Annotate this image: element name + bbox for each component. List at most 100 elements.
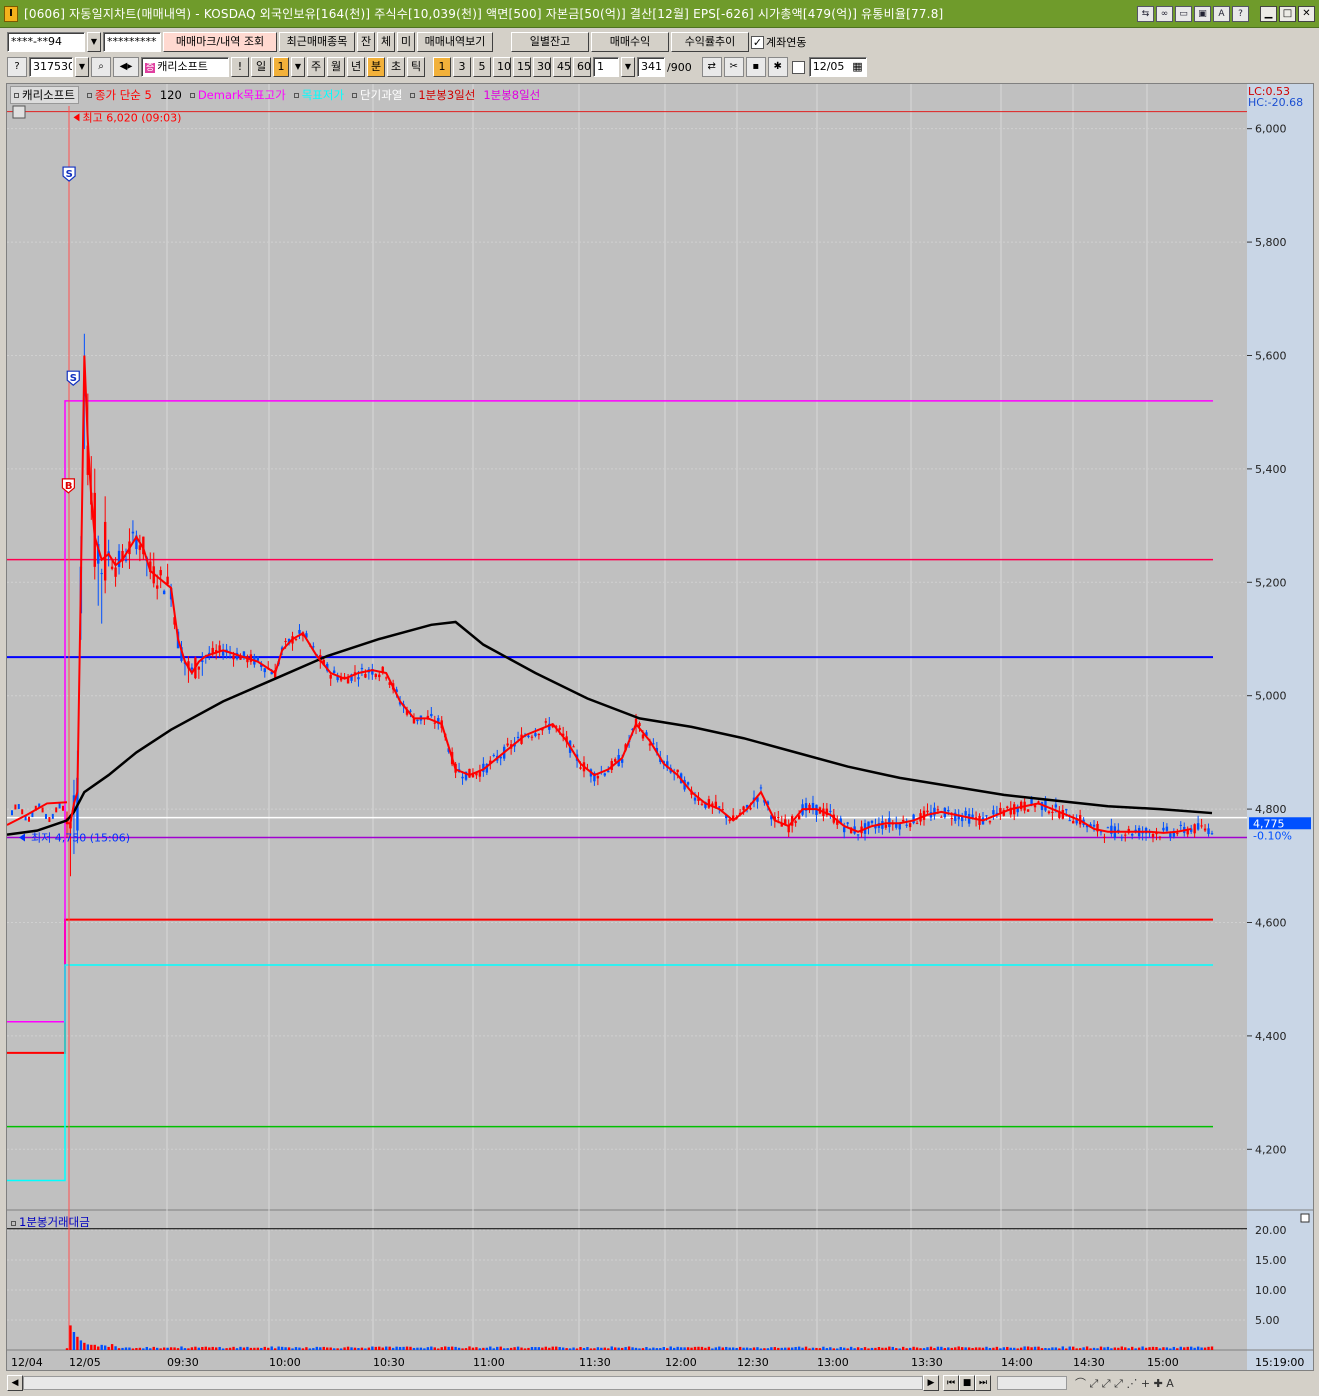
volume-bar <box>1075 1348 1078 1350</box>
account-link-toggle[interactable]: ✓ 계좌연동 <box>751 34 806 50</box>
period-tick-button[interactable]: 틱 <box>407 57 425 77</box>
minimize-icon[interactable]: ▁ <box>1260 6 1277 22</box>
link-icon[interactable]: ⇆ <box>1137 6 1154 22</box>
trade-profit-button[interactable]: 매매수익 <box>591 32 669 52</box>
candle-body <box>607 770 610 773</box>
marks-query-button[interactable]: 매매마크/내역 조회 <box>163 32 277 52</box>
volume-bar <box>808 1348 811 1350</box>
volume-bar <box>513 1347 516 1350</box>
code-dropdown-icon[interactable]: ▼ <box>75 57 89 77</box>
volume-bar <box>863 1347 867 1350</box>
scroll-left-icon[interactable]: ◀ <box>7 1375 23 1391</box>
daily-balance-button[interactable]: 일별잔고 <box>511 32 589 52</box>
scroll-right-icon[interactable]: ▶ <box>923 1375 939 1391</box>
period-dropdown-icon[interactable]: ▼ <box>291 57 305 77</box>
font-icon[interactable]: A <box>1213 6 1230 22</box>
candle-body <box>759 787 763 789</box>
legend-line3[interactable]: 1분봉3일선 <box>410 87 475 103</box>
legend-line8[interactable]: 1분봉8일선 <box>483 87 540 103</box>
candle-body <box>537 733 541 736</box>
stop-icon[interactable]: ■ <box>959 1375 975 1391</box>
candle-body-prev <box>11 810 13 816</box>
window-icon[interactable]: ▭ <box>1175 6 1192 22</box>
legend-stock[interactable]: 캐리소프트 <box>10 86 79 104</box>
bar-count-input[interactable]: 341 <box>637 57 665 77</box>
settings-icon[interactable]: ✱ <box>767 57 788 77</box>
return-trend-button[interactable]: 수익률추이 <box>671 32 749 52</box>
legend-demark[interactable]: Demark목표고가 <box>189 87 286 103</box>
period-second-button[interactable]: 초 <box>387 57 405 77</box>
speaker-icon[interactable]: ◀▸ <box>113 57 139 77</box>
volume-bar <box>537 1347 541 1350</box>
volume-bar <box>638 1348 641 1350</box>
candle-body <box>516 736 520 738</box>
interval-60-button[interactable]: 60 <box>573 57 591 77</box>
date-checkbox[interactable] <box>791 60 805 74</box>
volume-bar <box>690 1347 693 1350</box>
close-icon[interactable]: ✕ <box>1298 6 1315 22</box>
alert-button[interactable]: ! <box>231 57 249 77</box>
interval-15-button[interactable]: 15 <box>513 57 531 77</box>
period-day-button[interactable]: 일 <box>251 57 271 77</box>
volume-bar <box>312 1348 315 1350</box>
save-icon[interactable]: ▪ <box>745 57 766 77</box>
legend-short[interactable]: 단기과열 <box>352 87 402 103</box>
interval-30-button[interactable]: 30 <box>533 57 551 77</box>
period-minute-button[interactable]: 분 <box>367 57 385 77</box>
account-select[interactable]: ****-**94 <box>7 32 85 52</box>
skip-back-icon[interactable]: ⏮ <box>943 1375 959 1391</box>
candle-body <box>1124 834 1127 836</box>
stock-code-input[interactable]: 317530 <box>29 57 73 77</box>
stock-name: 캐리소프트 <box>157 60 208 73</box>
volume-bar <box>1137 1347 1141 1350</box>
legend-target[interactable]: 목표저가 <box>293 87 344 103</box>
volume-bar <box>322 1346 325 1350</box>
multiplier-dropdown-icon[interactable]: ▼ <box>621 57 635 77</box>
volume-tick-label: 10.00 <box>1255 1284 1287 1297</box>
volume-bar <box>981 1347 985 1350</box>
chain-icon[interactable]: ∞ <box>1156 6 1173 22</box>
volume-bar <box>1092 1347 1096 1350</box>
volume-bar <box>801 1347 804 1350</box>
balance-button[interactable]: 잔 <box>357 32 375 52</box>
interval-10-button[interactable]: 10 <box>493 57 511 77</box>
volume-bar <box>1203 1347 1207 1350</box>
unfilled-button[interactable]: 미 <box>397 32 415 52</box>
interval-1-button[interactable]: 1 <box>433 57 451 77</box>
help-icon[interactable]: ? <box>1232 6 1249 22</box>
filled-button[interactable]: 체 <box>377 32 395 52</box>
history-button[interactable]: 매매내역보기 <box>417 32 493 52</box>
volume-bar <box>617 1347 620 1350</box>
recent-stocks-button[interactable]: 최근매매종목 <box>279 32 355 52</box>
scissors-icon[interactable]: ✂ <box>723 57 744 77</box>
legend-ma120[interactable]: 120 <box>160 88 182 102</box>
interval-5-button[interactable]: 5 <box>473 57 491 77</box>
zoom-slider[interactable] <box>997 1376 1067 1390</box>
candle-body <box>1162 827 1165 831</box>
volume-bar <box>627 1346 631 1350</box>
magnifier-icon[interactable]: ⌕ <box>91 57 111 77</box>
price-axis-panel <box>1247 84 1313 1370</box>
account-link-checkbox[interactable]: ✓ <box>751 35 764 49</box>
period-day-num[interactable]: 1 <box>273 57 289 77</box>
period-month-button[interactable]: 월 <box>327 57 345 77</box>
time-label: 15:00 <box>1147 1356 1179 1369</box>
legend-ma5[interactable]: 종가 단순 5 <box>86 87 152 103</box>
chart-scrollbar[interactable] <box>23 1376 923 1390</box>
calendar-icon[interactable]: ▦ <box>852 58 862 76</box>
screen-icon[interactable]: ▣ <box>1194 6 1211 22</box>
period-week-button[interactable]: 주 <box>307 57 325 77</box>
period-year-button[interactable]: 년 <box>347 57 365 77</box>
volume-bar <box>964 1347 967 1350</box>
interval-3-button[interactable]: 3 <box>453 57 471 77</box>
drawing-tools[interactable]: ⌒ ⤢ ⤢ ⤢ ⋰ + ✚ A <box>1075 1375 1174 1391</box>
password-input[interactable]: ********* <box>103 32 161 52</box>
skip-forward-icon[interactable]: ⏭ <box>975 1375 991 1391</box>
stock-search-icon[interactable]: ? <box>7 57 27 77</box>
transfer-icon[interactable]: ⇄ <box>701 57 722 77</box>
date-input[interactable]: 12/05 ▦ <box>808 57 867 77</box>
multiplier-select[interactable]: 1 <box>593 57 619 77</box>
account-dropdown-icon[interactable]: ▼ <box>87 32 101 52</box>
interval-45-button[interactable]: 45 <box>553 57 571 77</box>
maximize-icon[interactable]: □ <box>1279 6 1296 22</box>
